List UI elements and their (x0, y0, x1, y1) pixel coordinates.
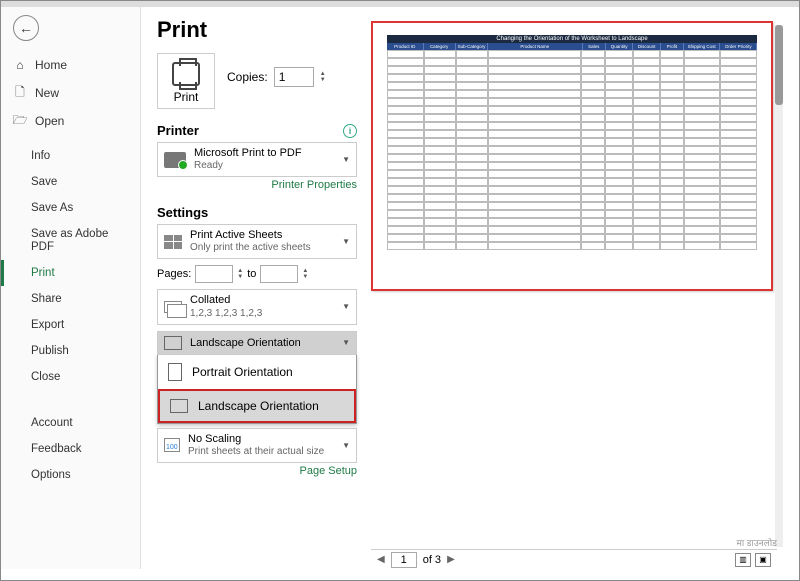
orientation-landscape-label: Landscape Orientation (198, 399, 319, 413)
open-icon: 🗁 (13, 114, 27, 128)
sidebar-label-home: Home (35, 58, 67, 72)
landscape-icon (170, 399, 188, 413)
printer-dropdown[interactable]: Microsoft Print to PDF Ready ▼ (157, 142, 357, 177)
orientation-option-landscape[interactable]: Landscape Orientation (160, 391, 354, 421)
show-margins-button[interactable]: ▥ (735, 553, 751, 567)
pages-from-input[interactable] (195, 265, 233, 283)
scaling-icon: 100 (164, 438, 180, 452)
pages-to-input[interactable] (260, 265, 298, 283)
sidebar-item-feedback[interactable]: Feedback (1, 436, 140, 462)
printer-icon (172, 62, 200, 86)
copies-label: Copies: (227, 70, 268, 84)
page-title: Print (157, 17, 357, 43)
sidebar-label-open: Open (35, 114, 64, 128)
preview-table-body (387, 50, 757, 250)
sidebar-item-options[interactable]: Options (1, 462, 140, 488)
scaling-label: No Scaling (188, 433, 324, 446)
sidebar-item-adobe[interactable]: Save as Adobe PDF (1, 221, 140, 260)
landscape-icon (164, 336, 182, 350)
back-button[interactable]: ← (13, 15, 39, 41)
watermark-text: मा डाउनलोड (736, 536, 777, 549)
page-count-label: of 3 (423, 554, 441, 566)
collation-dropdown[interactable]: Collated 1,2,3 1,2,3 1,2,3 ▼ (157, 289, 357, 324)
preview-scrollbar[interactable] (775, 25, 783, 547)
sidebar-item-publish[interactable]: Publish (1, 338, 140, 364)
new-icon: 🗋 (13, 86, 27, 100)
print-preview: Changing the Orientation of the Workshee… (371, 21, 773, 291)
print-what-label: Print Active Sheets (190, 229, 311, 242)
sheets-icon (164, 235, 182, 249)
chevron-down-icon: ▼ (342, 302, 350, 311)
orientation-options-list: Portrait Orientation Landscape Orientati… (157, 354, 357, 424)
chevron-down-icon: ▼ (342, 237, 350, 246)
settings-heading: Settings (157, 205, 208, 220)
print-button[interactable]: Print (157, 53, 215, 109)
zoom-to-page-button[interactable]: ▣ (755, 553, 771, 567)
preview-table-header: Product IDCategorySub-CategoryProduct Na… (387, 43, 757, 50)
pages-to-label: to (247, 268, 256, 280)
printer-properties-link[interactable]: Printer Properties (157, 179, 357, 191)
copies-spinner[interactable]: ▲▼ (320, 71, 326, 83)
print-button-label: Print (174, 90, 199, 104)
print-what-dropdown[interactable]: Print Active Sheets Only print the activ… (157, 224, 357, 259)
collation-sub: 1,2,3 1,2,3 1,2,3 (190, 308, 262, 320)
sidebar-item-close[interactable]: Close (1, 364, 140, 390)
page-setup-link[interactable]: Page Setup (157, 465, 357, 477)
chevron-down-icon: ▼ (342, 441, 350, 450)
copies-input[interactable] (274, 67, 314, 87)
printer-heading: Printer (157, 123, 199, 138)
pages-from-spinner[interactable]: ▲▼ (237, 268, 243, 280)
orientation-portrait-label: Portrait Orientation (192, 365, 293, 379)
orientation-label: Landscape Orientation (190, 337, 301, 349)
orientation-option-portrait[interactable]: Portrait Orientation (158, 355, 356, 389)
sidebar-item-share[interactable]: Share (1, 286, 140, 312)
portrait-icon (168, 363, 182, 381)
pages-to-spinner[interactable]: ▲▼ (302, 268, 308, 280)
sidebar-item-save[interactable]: Save (1, 169, 140, 195)
chevron-down-icon: ▼ (342, 338, 350, 347)
info-icon[interactable]: i (343, 124, 357, 138)
preview-footer: ◀ of 3 ▶ ▥ ▣ (371, 549, 777, 569)
orientation-dropdown[interactable]: Landscape Orientation ▼ (157, 331, 357, 355)
home-icon: ⌂ (13, 58, 27, 72)
collated-icon (164, 301, 182, 313)
pages-label: Pages: (157, 268, 191, 280)
sidebar-item-open[interactable]: 🗁 Open (1, 107, 140, 135)
sidebar-item-info[interactable]: Info (1, 143, 140, 169)
backstage-sidebar: ← ⌂ Home 🗋 New 🗁 Open Info Save Save As … (1, 7, 141, 569)
sidebar-item-account[interactable]: Account (1, 410, 140, 436)
scaling-dropdown[interactable]: 100 No Scaling Print sheets at their act… (157, 428, 357, 463)
page-prev-button[interactable]: ◀ (377, 554, 385, 565)
printer-device-icon (164, 152, 186, 168)
page-number-input[interactable] (391, 552, 417, 568)
print-what-sub: Only print the active sheets (190, 242, 311, 254)
sidebar-item-print[interactable]: Print (1, 260, 140, 286)
collation-label: Collated (190, 294, 262, 307)
sidebar-item-home[interactable]: ⌂ Home (1, 51, 140, 79)
sidebar-item-saveas[interactable]: Save As (1, 195, 140, 221)
sidebar-item-export[interactable]: Export (1, 312, 140, 338)
scaling-sub: Print sheets at their actual size (188, 446, 324, 458)
chevron-down-icon: ▼ (342, 155, 350, 164)
preview-title: Changing the Orientation of the Workshee… (387, 35, 757, 43)
back-arrow-icon: ← (19, 20, 33, 36)
printer-name: Microsoft Print to PDF (194, 147, 302, 160)
page-next-button[interactable]: ▶ (447, 554, 455, 565)
sidebar-label-new: New (35, 86, 59, 100)
printer-status: Ready (194, 160, 302, 172)
sidebar-item-new[interactable]: 🗋 New (1, 79, 140, 107)
